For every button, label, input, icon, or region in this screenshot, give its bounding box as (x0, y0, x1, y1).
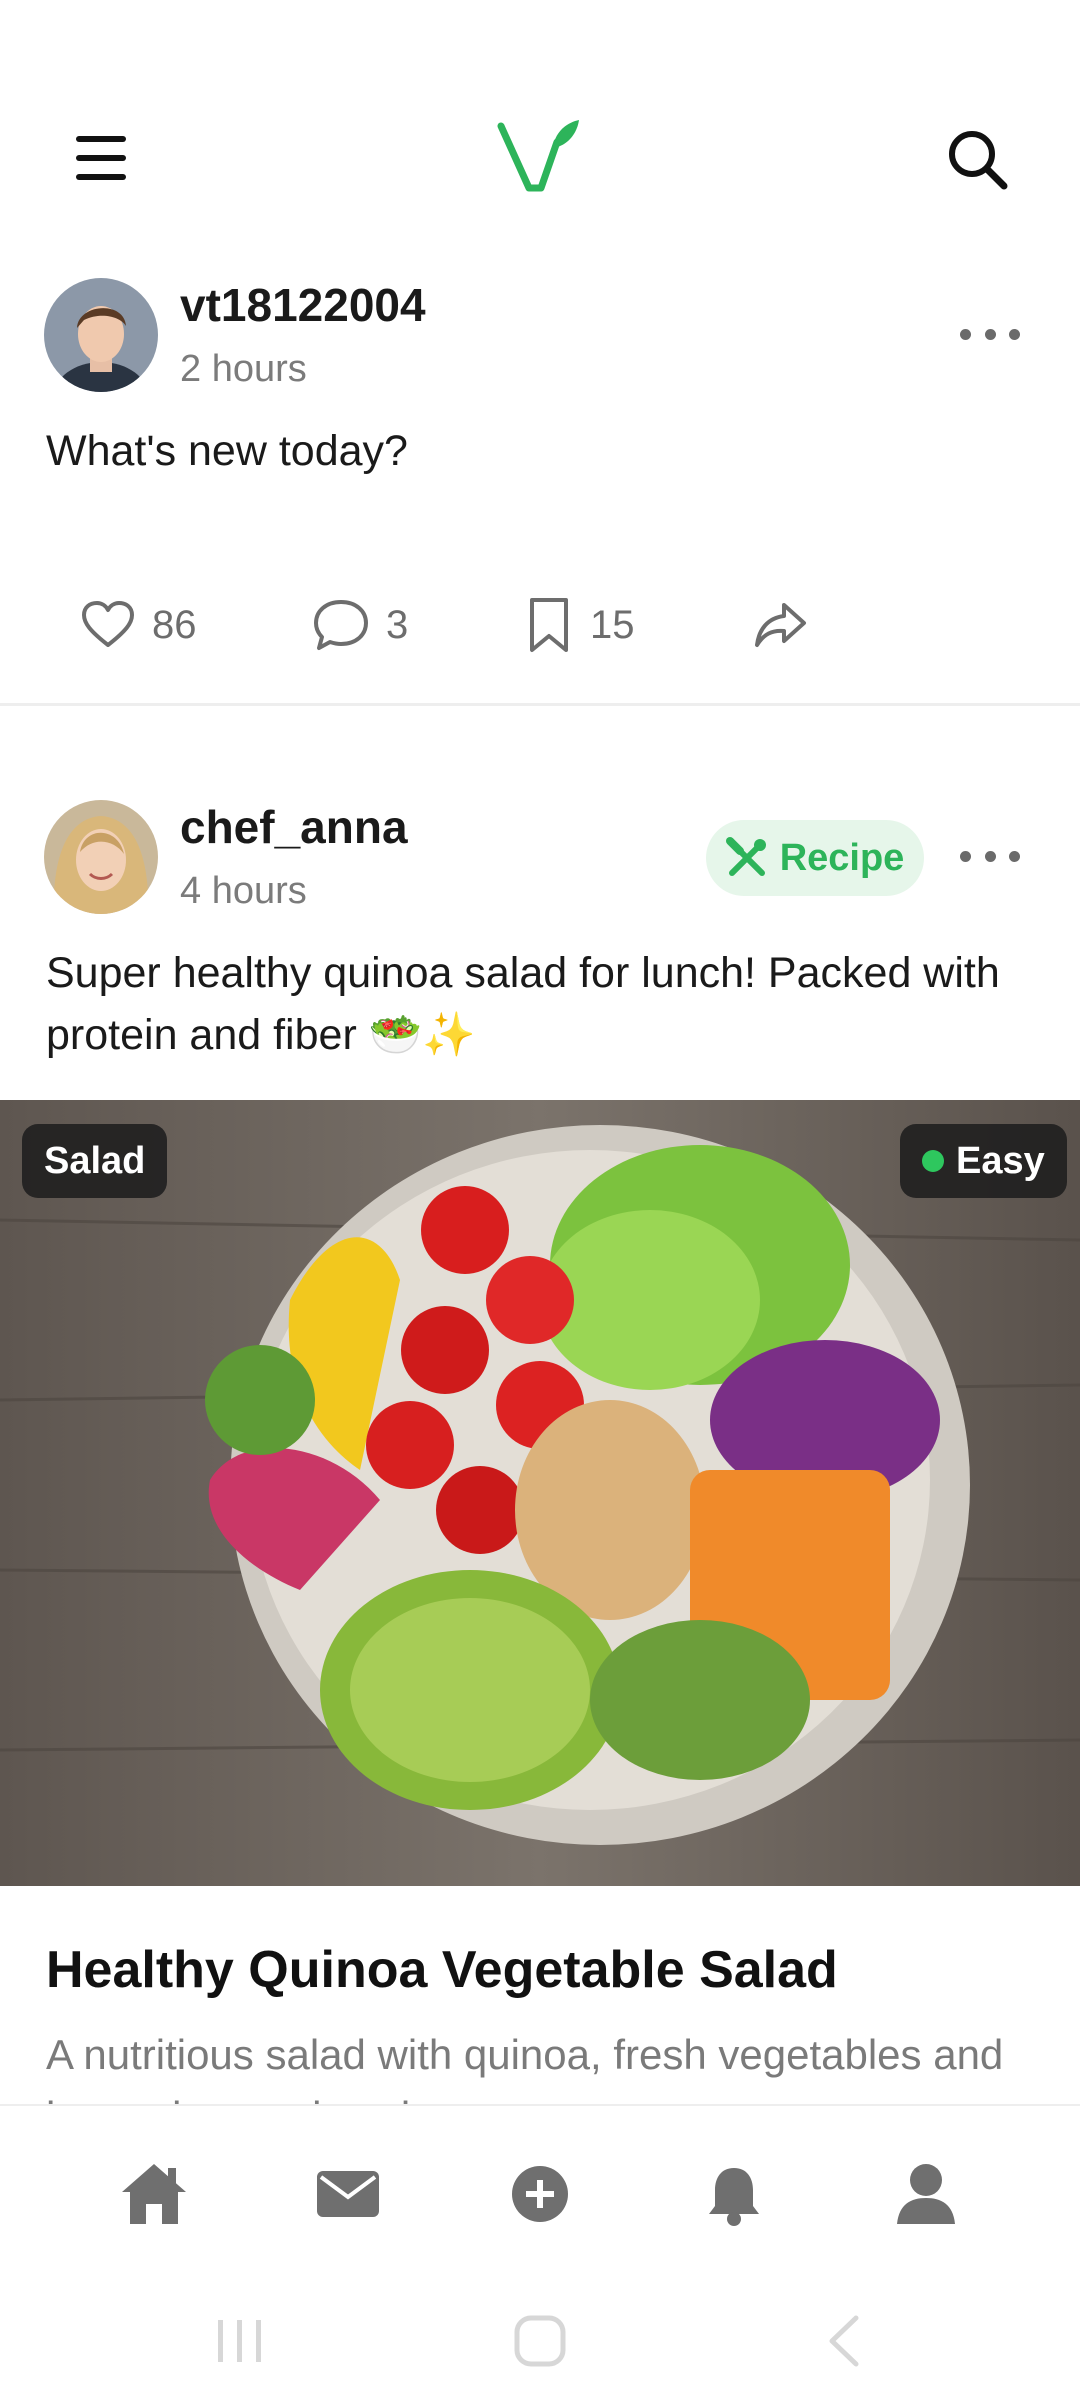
like-count: 86 (152, 602, 197, 647)
back-icon[interactable] (804, 2306, 884, 2376)
home-circle-icon[interactable] (500, 2306, 580, 2376)
top-app-bar (0, 0, 1080, 260)
post-text: Super healthy quinoa salad for lunch! Pa… (46, 949, 1000, 1059)
system-navigation-bar (0, 2282, 1080, 2400)
recipe-description: A nutritious salad with quinoa, fresh ve… (46, 2031, 1004, 2104)
add-post-icon[interactable] (498, 2152, 582, 2236)
post-divider (0, 703, 1080, 706)
post-image[interactable]: Salad Easy (0, 1100, 1080, 1886)
share-button[interactable] (752, 590, 808, 660)
search-icon[interactable] (944, 126, 1010, 192)
post-time: 2 hours (180, 348, 307, 390)
heart-icon (82, 601, 134, 647)
notifications-icon[interactable] (692, 2152, 776, 2236)
recipe-badge[interactable]: Recipe (706, 820, 924, 896)
save-button[interactable]: 15 (524, 590, 635, 660)
post-actions: 86 3 15 (0, 590, 1080, 660)
avatar[interactable] (44, 800, 158, 914)
share-icon (755, 603, 806, 647)
messages-icon[interactable] (306, 2152, 390, 2236)
comment-count: 3 (386, 602, 409, 647)
profile-icon[interactable] (884, 2152, 968, 2236)
difficulty-label: Easy (956, 1139, 1045, 1182)
home-icon[interactable] (112, 2152, 196, 2236)
comment-icon (314, 600, 368, 650)
more-options-icon[interactable] (960, 841, 1020, 871)
like-button[interactable]: 86 (80, 590, 197, 660)
category-label: Salad (44, 1139, 146, 1182)
hamburger-menu-icon[interactable] (70, 130, 132, 186)
post-text: What's new today? (46, 427, 408, 475)
bookmark-icon (530, 598, 568, 652)
utensils-icon (725, 837, 766, 876)
difficulty-dot-icon (922, 1150, 944, 1172)
category-badge: Salad (22, 1124, 168, 1198)
avatar[interactable] (44, 278, 158, 392)
recent-apps-icon[interactable] (200, 2306, 280, 2376)
bottom-navigation (0, 2104, 1080, 2282)
recipe-badge-label: Recipe (779, 836, 905, 879)
save-count: 15 (590, 602, 635, 647)
comment-button[interactable]: 3 (312, 590, 408, 660)
recipe-title[interactable]: Healthy Quinoa Vegetable Salad (46, 1940, 838, 2000)
post-username[interactable]: chef_anna (180, 800, 408, 854)
post-time: 4 hours (180, 870, 307, 912)
post-username[interactable]: vt18122004 (180, 278, 426, 332)
vegan-leaf-logo (497, 118, 583, 194)
difficulty-badge: Easy (900, 1124, 1067, 1198)
more-options-icon[interactable] (960, 319, 1020, 349)
